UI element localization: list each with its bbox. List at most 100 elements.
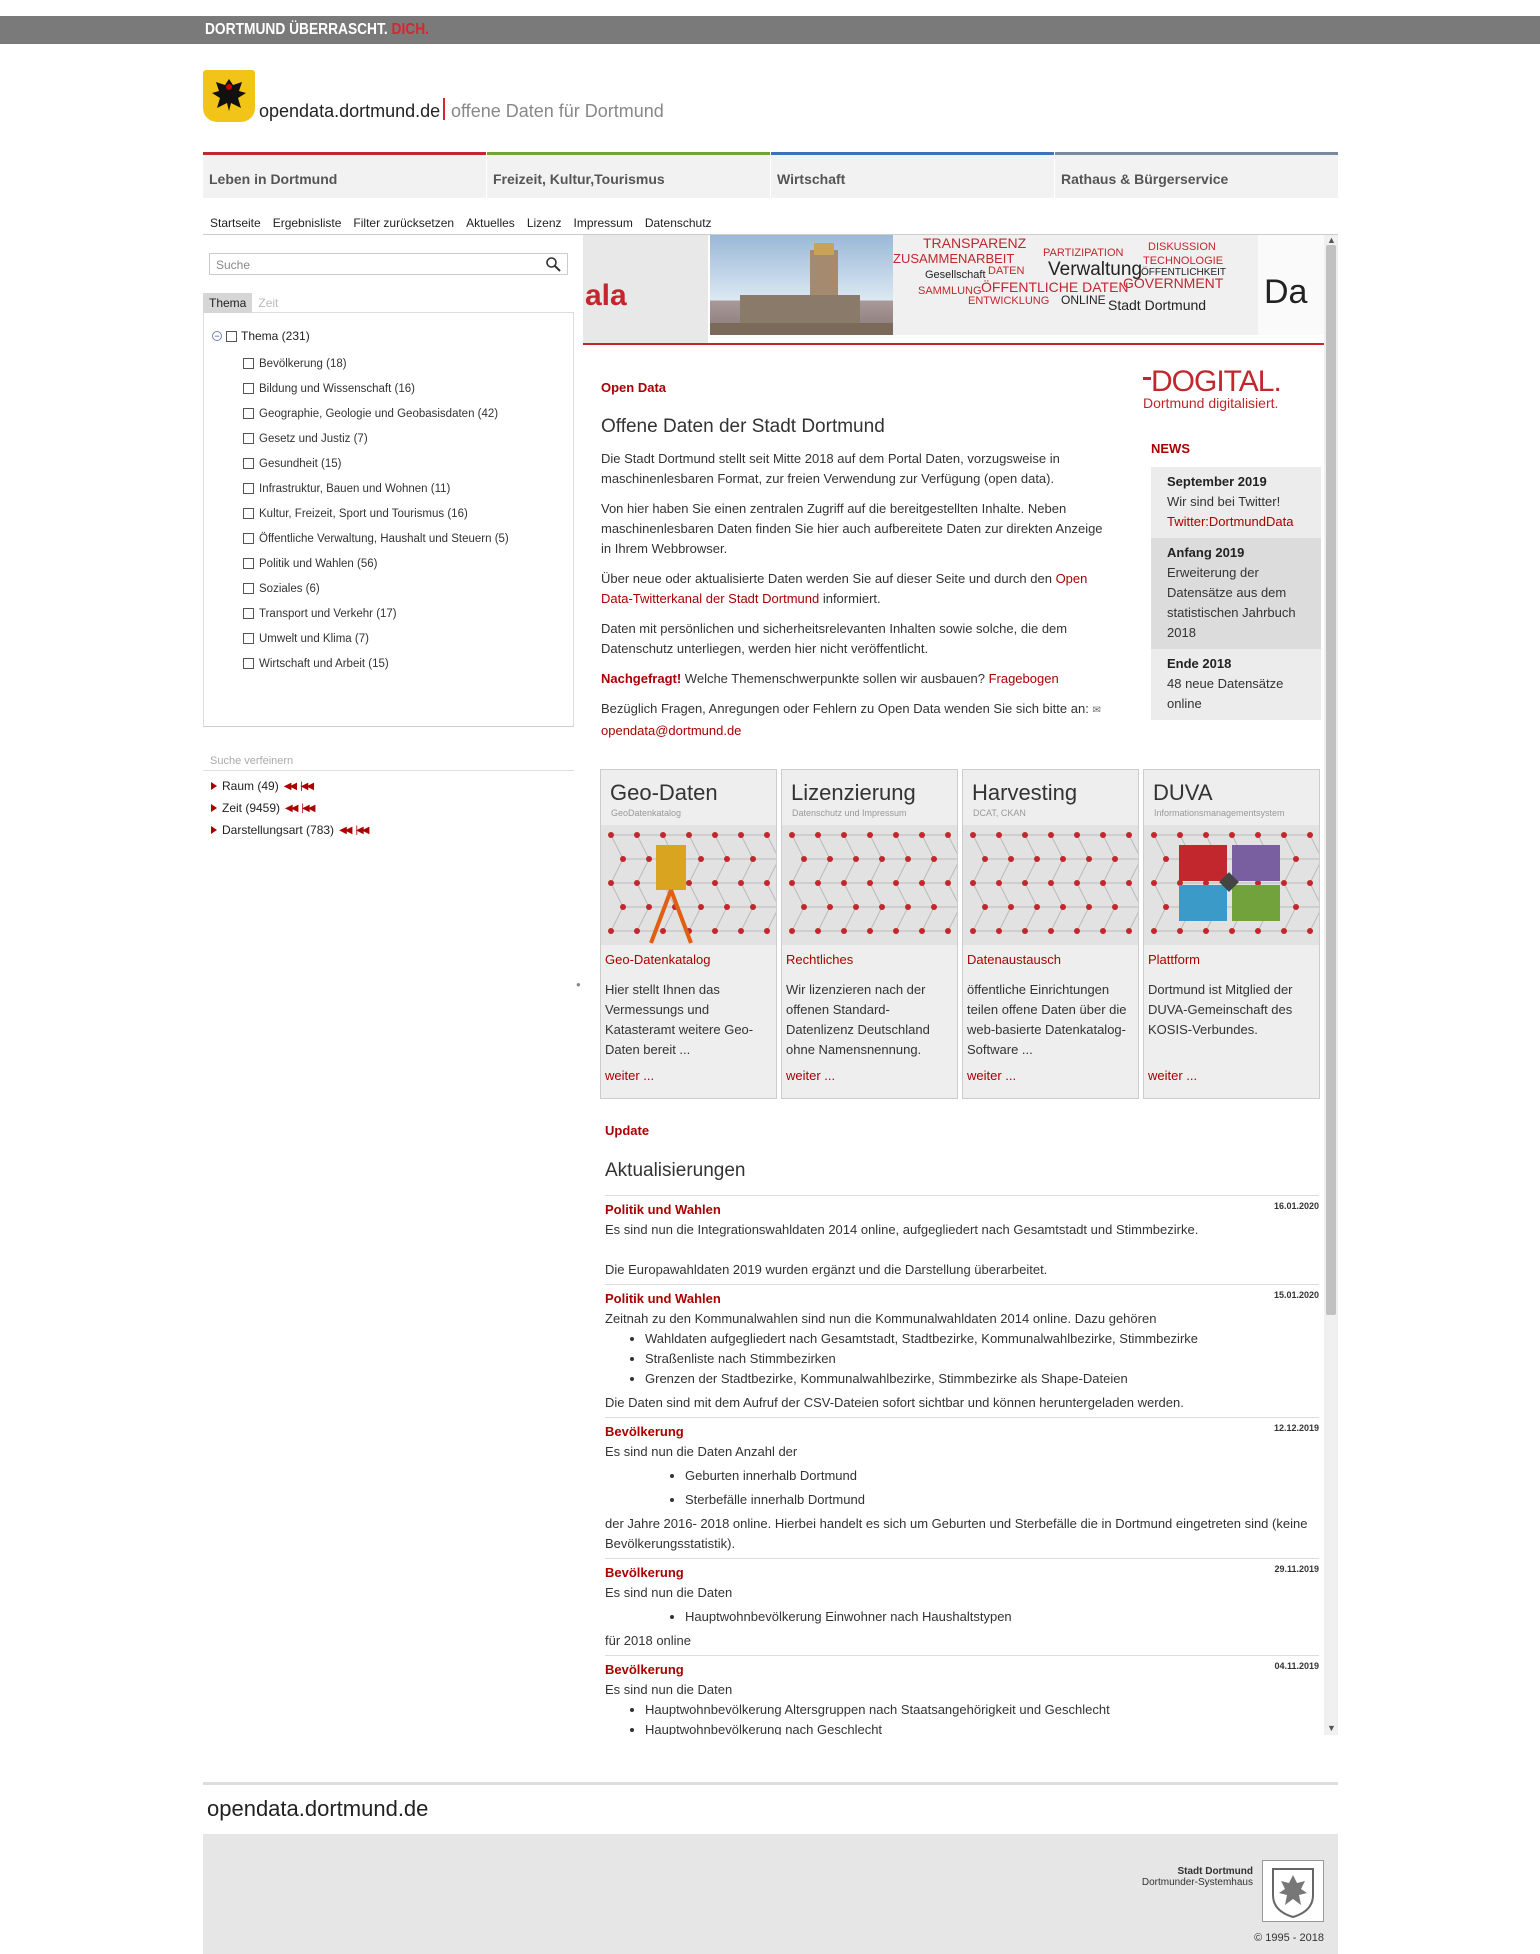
update-entry-title[interactable]: Bevölkerung xyxy=(605,1422,1319,1442)
rewind-icon[interactable]: ◀◀ xyxy=(285,803,298,814)
tab-thema[interactable]: Thema xyxy=(203,293,253,313)
nav-rathaus[interactable]: Rathaus & Bürgerservice xyxy=(1055,152,1338,198)
footer-stadt: Stadt Dortmund Dortmunder-Systemhaus xyxy=(1141,1866,1253,1888)
footer: Stadt Dortmund Dortmunder-Systemhaus © 19… xyxy=(203,1834,1338,1954)
subnav-lizenz[interactable]: Lizenz xyxy=(520,212,567,230)
tile-more-link[interactable]: weiter ... xyxy=(967,1068,1016,1083)
tree-item[interactable]: Geographie, Geologie und Geobasisdaten (… xyxy=(243,401,509,426)
checkbox[interactable] xyxy=(243,608,254,619)
checkbox[interactable] xyxy=(243,408,254,419)
nav-freizeit[interactable]: Freizeit, Kultur,Tourismus xyxy=(487,152,770,198)
tree-item[interactable]: Öffentliche Verwaltung, Haushalt und Ste… xyxy=(243,526,509,551)
tile-link[interactable]: Datenaustausch xyxy=(967,952,1061,967)
rewind-icon[interactable]: ◀◀ xyxy=(339,825,352,836)
twitter-link[interactable]: Twitter:DortmundData xyxy=(1167,514,1293,529)
subnav-aktuelles[interactable]: Aktuelles xyxy=(459,212,520,230)
subnav-ergebnisliste[interactable]: Ergebnisliste xyxy=(266,212,347,230)
cloud-word: DISKUSSION xyxy=(1148,241,1216,253)
checkbox[interactable] xyxy=(243,633,254,644)
panel-splitter[interactable]: ● xyxy=(574,235,583,1735)
facet-item[interactable]: Raum (49) ◀◀ |◀◀ xyxy=(211,775,367,797)
subnav-impressum[interactable]: Impressum xyxy=(567,212,638,230)
dogital-logo[interactable]: DOGITAL. Dortmund digitalisiert. xyxy=(1143,365,1313,411)
expand-icon[interactable] xyxy=(211,826,217,834)
tree-item-label: Umwelt und Klima (7) xyxy=(259,632,369,645)
skip-back-icon[interactable]: |◀◀ xyxy=(355,825,369,836)
facet-label: Zeit (9459) xyxy=(222,801,281,815)
tree-item[interactable]: Bildung und Wissenschaft (16) xyxy=(243,376,509,401)
tab-zeit[interactable]: Zeit xyxy=(252,293,284,313)
tree-item-label: Gesundheit (15) xyxy=(259,457,342,470)
email-link[interactable]: opendata@dortmund.de xyxy=(601,723,741,738)
search-placeholder: Suche xyxy=(216,258,251,272)
cloud-word: PARTIZIPATION xyxy=(1043,247,1124,259)
site-logo[interactable]: opendata.dortmund.de offene Daten für Do… xyxy=(203,70,903,125)
tree-item[interactable]: Politik und Wahlen (56) xyxy=(243,551,509,576)
subnav-startseite[interactable]: Startseite xyxy=(203,212,266,230)
feature-tile[interactable]: Lizenzierung Datenschutz und Impressum Rec… xyxy=(781,769,963,1099)
rewind-icon[interactable]: ◀◀ xyxy=(284,781,297,792)
tile-more-link[interactable]: weiter ... xyxy=(786,1068,835,1083)
questionnaire-link[interactable]: Fragebogen xyxy=(989,671,1059,686)
splitter-handle-icon[interactable]: ● xyxy=(576,980,581,989)
tile-link[interactable]: Geo-Datenkatalog xyxy=(605,952,711,967)
expand-icon[interactable] xyxy=(211,782,217,790)
tree-item[interactable]: Gesetz und Justiz (7) xyxy=(243,426,509,451)
scroll-down-icon[interactable]: ▼ xyxy=(1327,1723,1336,1733)
scroll-up-icon[interactable]: ▲ xyxy=(1327,235,1336,245)
checkbox[interactable] xyxy=(243,583,254,594)
checkbox[interactable] xyxy=(243,358,254,369)
search-input[interactable]: Suche xyxy=(209,253,568,275)
checkbox[interactable] xyxy=(243,558,254,569)
checkbox[interactable] xyxy=(243,533,254,544)
update-entry-title[interactable]: Bevölkerung xyxy=(605,1563,1319,1583)
tile-link[interactable]: Rechtliches xyxy=(786,952,853,967)
opendata-kicker: Open Data xyxy=(601,380,667,395)
footer-divider xyxy=(203,1782,1338,1785)
nav-wirtschaft[interactable]: Wirtschaft xyxy=(771,152,1054,198)
checkbox[interactable] xyxy=(243,383,254,394)
tree-item[interactable]: Gesundheit (15) xyxy=(243,451,509,476)
update-entry-date: 12.12.2019 xyxy=(1273,1423,1319,1433)
subnav-filter-reset[interactable]: Filter zurücksetzen xyxy=(346,212,459,230)
content-scrollbar[interactable]: ▲ ▼ xyxy=(1324,235,1338,1735)
subnav-datenschutz[interactable]: Datenschutz xyxy=(638,212,717,230)
facet-label: Raum (49) xyxy=(222,779,279,793)
tile-link[interactable]: Plattform xyxy=(1148,952,1200,967)
checkbox[interactable] xyxy=(243,658,254,669)
checkbox[interactable] xyxy=(226,330,237,342)
feature-tile[interactable]: Harvesting DCAT, CKAN Datenaustausch öffent… xyxy=(962,769,1144,1099)
word-cloud: TRANSPARENZ ZUSAMMENARBEIT Verwaltung GOVER… xyxy=(893,235,1258,335)
nav-leben[interactable]: Leben in Dortmund xyxy=(203,152,486,198)
tree-item[interactable]: Umwelt und Klima (7) xyxy=(243,626,509,651)
tree-items: Bevölkerung (18) Bildung und Wissenschaft… xyxy=(243,351,509,676)
tile-more-link[interactable]: weiter ... xyxy=(605,1068,654,1083)
tree-item[interactable]: Soziales (6) xyxy=(243,576,509,601)
tree-item[interactable]: Transport und Verkehr (17) xyxy=(243,601,509,626)
tree-item[interactable]: Kultur, Freizeit, Sport und Tourismus (1… xyxy=(243,501,509,526)
collapse-icon[interactable]: − xyxy=(212,331,222,341)
update-entry-title[interactable]: Politik und Wahlen xyxy=(605,1289,1319,1309)
tree-item[interactable]: Wirtschaft und Arbeit (15) xyxy=(243,651,509,676)
checkbox[interactable] xyxy=(243,508,254,519)
update-entry-title[interactable]: Bevölkerung xyxy=(605,1660,1319,1680)
checkbox[interactable] xyxy=(243,483,254,494)
tile-title: Geo-Daten xyxy=(610,780,718,805)
tree-item[interactable]: Bevölkerung (18) xyxy=(243,351,509,376)
skip-back-icon[interactable]: |◀◀ xyxy=(300,781,314,792)
skip-back-icon[interactable]: |◀◀ xyxy=(301,803,315,814)
expand-icon[interactable] xyxy=(211,804,217,812)
feature-tile[interactable]: DUVA Informationsmanagementsystem Plattfor… xyxy=(1143,769,1324,1099)
feature-tile[interactable]: Geo-Daten GeoDatenkatalog Geo-Datenkatalog… xyxy=(600,769,782,1099)
tree-root[interactable]: − Thema (231) xyxy=(212,329,310,343)
tree-item-label: Soziales (6) xyxy=(259,582,320,595)
checkbox[interactable] xyxy=(243,433,254,444)
search-icon[interactable] xyxy=(545,256,561,275)
tree-item[interactable]: Infrastruktur, Bauen und Wohnen (11) xyxy=(243,476,509,501)
facet-item[interactable]: Darstellungsart (783) ◀◀ |◀◀ xyxy=(211,819,369,841)
scroll-thumb[interactable] xyxy=(1326,245,1336,1315)
update-entry-title[interactable]: Politik und Wahlen xyxy=(605,1200,1319,1220)
facet-item[interactable]: Zeit (9459) ◀◀ |◀◀ xyxy=(211,797,367,819)
checkbox[interactable] xyxy=(243,458,254,469)
tile-more-link[interactable]: weiter ... xyxy=(1148,1068,1197,1083)
